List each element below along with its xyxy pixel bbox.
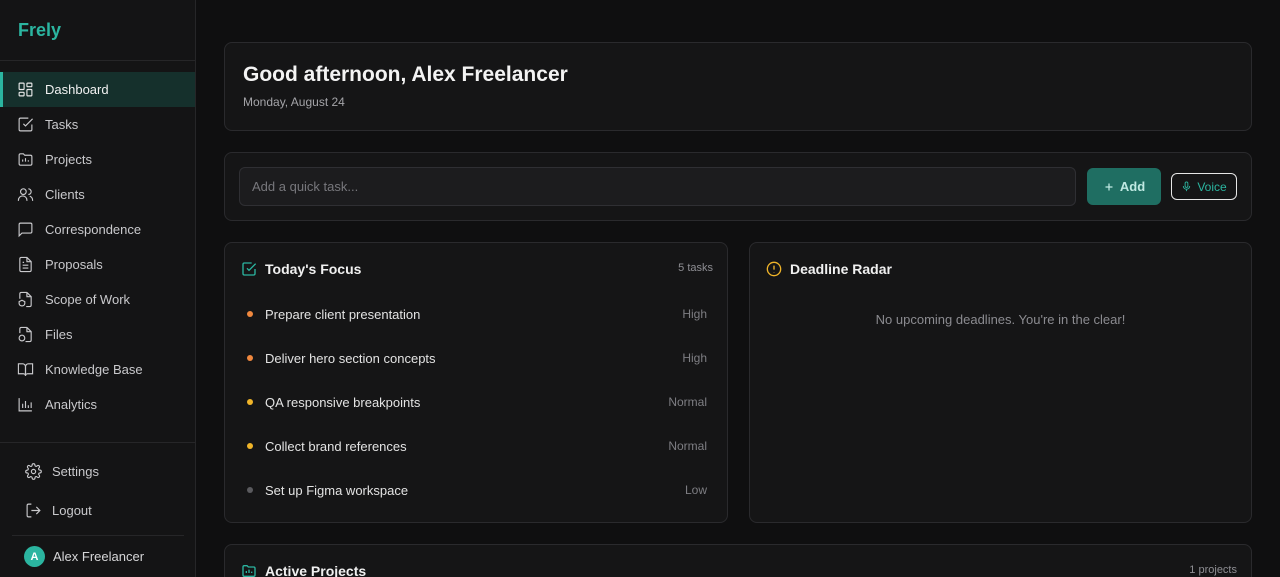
priority-dot xyxy=(247,487,253,493)
deadline-radar-card: Deadline Radar No upcoming deadlines. Yo… xyxy=(749,242,1252,523)
add-task-button[interactable]: Add xyxy=(1087,168,1161,205)
sidebar-item-scope-of-work[interactable]: Scope of Work xyxy=(0,282,195,317)
task-priority: Normal xyxy=(668,439,707,453)
plus-icon xyxy=(1105,183,1113,190)
sidebar-item-projects[interactable]: Projects xyxy=(0,142,195,177)
microphone-icon xyxy=(1183,181,1191,192)
list-item[interactable]: Deliver hero section concepts High xyxy=(247,336,707,380)
file-shield-icon xyxy=(17,291,34,308)
sidebar-item-label: Scope of Work xyxy=(45,292,131,307)
radar-title: Deadline Radar xyxy=(766,261,892,277)
checkbox-icon xyxy=(242,262,257,276)
sidebar-footer: Settings Logout A Alex Freelancer xyxy=(0,442,195,567)
file-icon xyxy=(17,326,34,343)
quick-task-input[interactable] xyxy=(239,167,1076,206)
folder-icon xyxy=(17,151,34,168)
focus-title: Today's Focus xyxy=(241,261,361,277)
sidebar-item-correspondence[interactable]: Correspondence xyxy=(0,212,195,247)
task-label: QA responsive breakpoints xyxy=(265,394,421,410)
priority-dot xyxy=(247,443,253,449)
settings-label: Settings xyxy=(52,464,99,479)
quick-task-card: Add Voice xyxy=(224,152,1252,221)
task-priority: Normal xyxy=(668,395,707,409)
sidebar-nav: Dashboard Tasks Projects Clients Corresp… xyxy=(0,72,195,422)
sidebar-item-dashboard[interactable]: Dashboard xyxy=(0,72,195,107)
task-priority: Low xyxy=(684,483,707,497)
logout-icon xyxy=(25,502,42,519)
sidebar-item-label: Files xyxy=(45,327,73,342)
message-icon xyxy=(17,221,34,238)
empty-state-text: No upcoming deadlines. You're in the cle… xyxy=(875,312,1126,327)
projects-title: Active Projects xyxy=(241,563,366,577)
list-item[interactable]: Prepare client presentation High xyxy=(247,292,707,336)
sidebar-item-proposals[interactable]: Proposals xyxy=(0,247,195,282)
sidebar-item-label: Dashboard xyxy=(45,82,109,97)
priority-dot xyxy=(247,311,253,317)
document-icon xyxy=(17,256,34,273)
sidebar-item-tasks[interactable]: Tasks xyxy=(0,107,195,142)
todays-focus-card: Today's Focus 5 tasks Prepare client pre… xyxy=(224,242,728,523)
active-projects-card: Active Projects 1 projects xyxy=(224,544,1252,577)
sidebar-item-label: Projects xyxy=(45,152,92,167)
sidebar-item-clients[interactable]: Clients xyxy=(0,177,195,212)
task-priority: High xyxy=(682,307,707,321)
avatar: A xyxy=(24,546,45,567)
greeting-card: Good afternoon, Alex Freelancer Monday, … xyxy=(224,42,1252,131)
current-date: Monday, August 24 xyxy=(243,95,345,109)
sidebar-item-label: Proposals xyxy=(45,257,103,272)
sidebar-item-analytics[interactable]: Analytics xyxy=(0,387,195,422)
focus-title-text: Today's Focus xyxy=(265,261,362,277)
sidebar: Frely Dashboard Tasks Projects Clients C… xyxy=(0,0,196,577)
projects-title-text: Active Projects xyxy=(265,563,367,577)
sidebar-item-label: Clients xyxy=(45,187,85,202)
sidebar-item-knowledge-base[interactable]: Knowledge Base xyxy=(0,352,195,387)
list-item[interactable]: Collect brand references Normal xyxy=(247,424,707,468)
chart-icon xyxy=(17,396,34,413)
user-name: Alex Freelancer xyxy=(53,549,145,564)
users-icon xyxy=(17,186,34,203)
voice-label: Voice xyxy=(1197,179,1227,194)
logout-button[interactable]: Logout xyxy=(0,491,195,530)
settings-button[interactable]: Settings xyxy=(0,452,195,491)
task-label: Deliver hero section concepts xyxy=(265,350,436,366)
task-label: Prepare client presentation xyxy=(265,306,421,322)
priority-dot xyxy=(247,355,253,361)
alert-circle-icon xyxy=(766,261,782,277)
logout-label: Logout xyxy=(52,503,92,518)
sidebar-item-label: Analytics xyxy=(45,397,98,412)
gear-icon xyxy=(25,463,42,480)
task-label: Collect brand references xyxy=(265,438,407,454)
checkbox-icon xyxy=(17,116,34,133)
priority-dot xyxy=(247,399,253,405)
sidebar-item-label: Knowledge Base xyxy=(45,362,143,377)
book-icon xyxy=(17,361,34,378)
sidebar-item-label: Tasks xyxy=(45,117,79,132)
task-label: Set up Figma workspace xyxy=(265,482,409,498)
focus-task-list: Prepare client presentation High Deliver… xyxy=(247,292,707,512)
folder-icon xyxy=(242,565,256,577)
add-label: Add xyxy=(1119,179,1146,194)
voice-button[interactable]: Voice xyxy=(1171,173,1237,200)
app-logo[interactable]: Frely xyxy=(0,0,195,61)
page-title: Good afternoon, Alex Freelancer xyxy=(243,63,568,86)
task-priority: High xyxy=(682,351,707,365)
sidebar-item-files[interactable]: Files xyxy=(0,317,195,352)
project-count: 1 projects xyxy=(1189,564,1237,576)
dashboard-icon xyxy=(17,81,34,98)
sidebar-item-label: Correspondence xyxy=(45,222,142,237)
radar-title-text: Deadline Radar xyxy=(790,261,892,277)
user-profile[interactable]: A Alex Freelancer xyxy=(12,535,184,567)
list-item[interactable]: Set up Figma workspace Low xyxy=(247,468,707,512)
task-count: 5 tasks xyxy=(678,262,713,274)
list-item[interactable]: QA responsive breakpoints Normal xyxy=(247,380,707,424)
